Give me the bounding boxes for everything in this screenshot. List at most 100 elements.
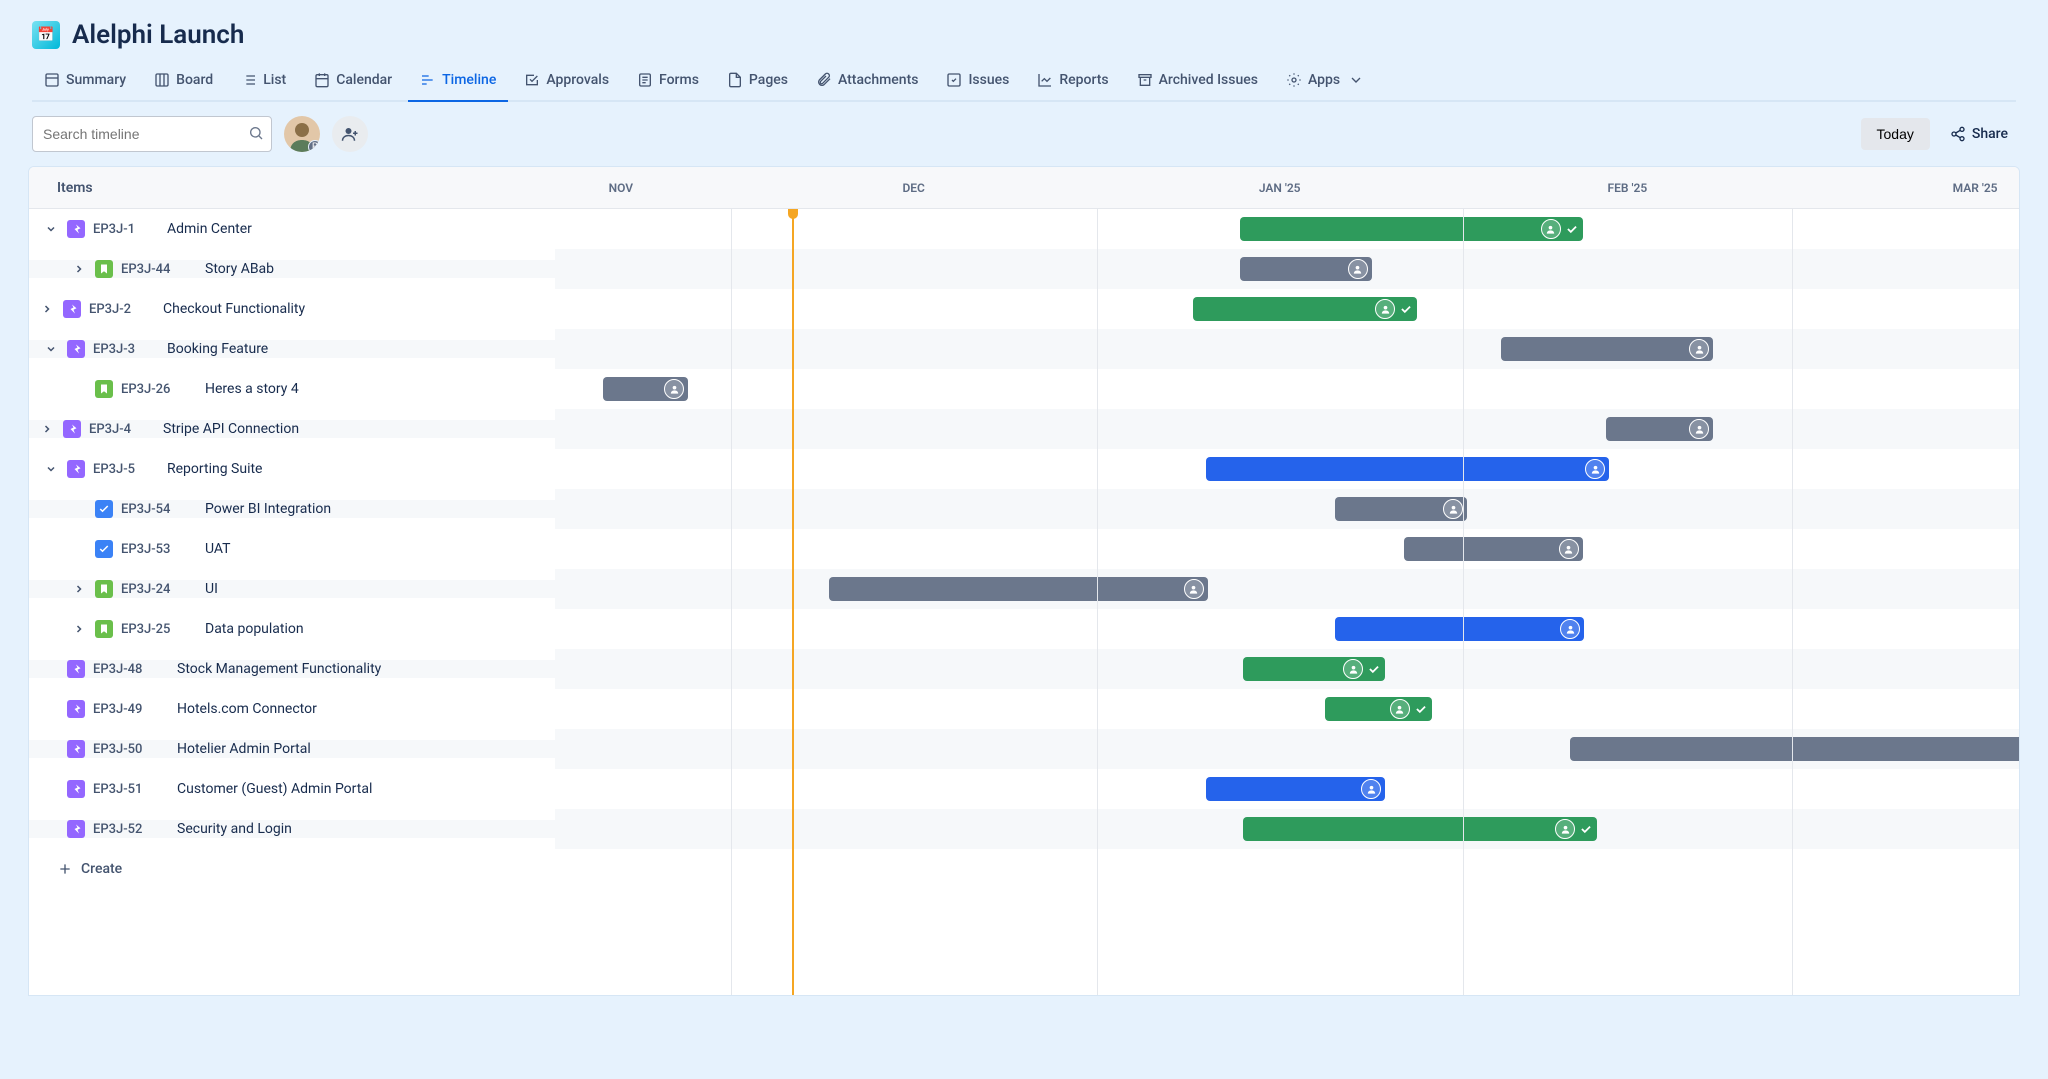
- timeline-item[interactable]: EP3J-25Data population: [29, 620, 555, 638]
- timeline-bar[interactable]: [1240, 257, 1372, 281]
- timeline-bar[interactable]: [829, 577, 1208, 601]
- user-avatar[interactable]: B: [284, 116, 320, 152]
- timeline-bar[interactable]: [1570, 737, 2020, 761]
- timeline-item[interactable]: EP3J-51Customer (Guest) Admin Portal: [29, 780, 555, 798]
- timeline-item[interactable]: EP3J-24UI: [29, 580, 555, 598]
- create-button[interactable]: Create: [29, 849, 2019, 889]
- assignee-icon: [1541, 219, 1561, 239]
- timeline-lane[interactable]: [555, 289, 2019, 329]
- tab-apps[interactable]: Apps: [1274, 62, 1376, 102]
- item-key: EP3J-51: [93, 782, 169, 797]
- timeline-item[interactable]: EP3J-5Reporting Suite: [29, 460, 555, 478]
- epic-icon: [63, 420, 81, 438]
- timeline-bar[interactable]: [1501, 337, 1713, 361]
- timeline-lane[interactable]: [555, 329, 2019, 369]
- timeline-lane[interactable]: [555, 209, 2019, 249]
- tab-calendar[interactable]: Calendar: [302, 62, 404, 102]
- timeline-lane[interactable]: [555, 809, 2019, 849]
- epic-icon: [67, 220, 85, 238]
- timeline-item[interactable]: EP3J-48Stock Management Functionality: [29, 660, 555, 678]
- timeline-lane[interactable]: [555, 449, 2019, 489]
- collapse-toggle[interactable]: [43, 463, 59, 475]
- tab-archived[interactable]: Archived Issues: [1125, 62, 1270, 102]
- timeline-item[interactable]: EP3J-26Heres a story 4: [29, 380, 555, 398]
- assignee-icon: [1443, 499, 1463, 519]
- collapse-toggle[interactable]: [43, 223, 59, 235]
- timeline-item[interactable]: EP3J-50Hotelier Admin Portal: [29, 740, 555, 758]
- timeline-lane[interactable]: [555, 369, 2019, 409]
- timeline-item[interactable]: EP3J-44Story ABab: [29, 260, 555, 278]
- item-key: EP3J-48: [93, 662, 169, 677]
- timeline-bar[interactable]: [1240, 217, 1583, 241]
- tab-board[interactable]: Board: [142, 62, 225, 102]
- tab-pages[interactable]: Pages: [715, 62, 800, 102]
- timeline-lane[interactable]: [555, 249, 2019, 289]
- expand-toggle[interactable]: [71, 263, 87, 275]
- assignee-icon: [1689, 339, 1709, 359]
- tab-approvals[interactable]: Approvals: [512, 62, 621, 102]
- timeline-lane[interactable]: [555, 529, 2019, 569]
- item-key: EP3J-2: [89, 302, 155, 317]
- timeline-item[interactable]: EP3J-1Admin Center: [29, 220, 555, 238]
- timeline-bar[interactable]: [1243, 657, 1385, 681]
- timeline-bar[interactable]: [1404, 537, 1583, 561]
- timeline-item[interactable]: EP3J-3Booking Feature: [29, 340, 555, 358]
- timeline-lane[interactable]: [555, 569, 2019, 609]
- tab-issues[interactable]: Issues: [934, 62, 1021, 102]
- search-input[interactable]: [32, 116, 272, 152]
- month-header: FEB '25: [1463, 167, 1792, 209]
- item-key: EP3J-3: [93, 342, 159, 357]
- timeline-lane[interactable]: [555, 649, 2019, 689]
- timeline-bar[interactable]: [1335, 497, 1467, 521]
- expand-toggle[interactable]: [39, 303, 55, 315]
- search-icon: [248, 125, 264, 145]
- timeline-item[interactable]: EP3J-54Power BI Integration: [29, 500, 555, 518]
- month-header: JAN '25: [1097, 167, 1463, 209]
- timeline-lane[interactable]: [555, 409, 2019, 449]
- timeline-item[interactable]: EP3J-52Security and Login: [29, 820, 555, 838]
- timeline-item[interactable]: EP3J-2Checkout Functionality: [29, 300, 555, 318]
- assignee-icon: [1361, 779, 1381, 799]
- tab-list[interactable]: List: [229, 62, 298, 102]
- timeline-bar[interactable]: [1606, 417, 1713, 441]
- share-button[interactable]: Share: [1942, 118, 2016, 150]
- month-header: DEC: [731, 167, 1097, 209]
- add-person-button[interactable]: [332, 116, 368, 152]
- tab-label: Archived Issues: [1159, 72, 1258, 88]
- timeline-bar[interactable]: [1206, 457, 1609, 481]
- tab-reports[interactable]: Reports: [1025, 62, 1120, 102]
- timeline-bar[interactable]: [1193, 297, 1417, 321]
- expand-toggle[interactable]: [39, 423, 55, 435]
- collapse-toggle[interactable]: [43, 343, 59, 355]
- epic-icon: [67, 700, 85, 718]
- today-button[interactable]: Today: [1861, 118, 1930, 150]
- timeline-bar[interactable]: [1206, 777, 1385, 801]
- task-icon: [95, 540, 113, 558]
- item-key: EP3J-54: [121, 502, 197, 517]
- tab-forms[interactable]: Forms: [625, 62, 711, 102]
- tab-attachments[interactable]: Attachments: [804, 62, 930, 102]
- timeline-lane[interactable]: [555, 769, 2019, 809]
- timeline-lane[interactable]: [555, 609, 2019, 649]
- timeline-lane[interactable]: [555, 489, 2019, 529]
- check-icon: [1367, 662, 1381, 676]
- timeline-item[interactable]: EP3J-49Hotels.com Connector: [29, 700, 555, 718]
- timeline-bar[interactable]: [603, 377, 688, 401]
- tab-summary[interactable]: Summary: [32, 62, 138, 102]
- item-title: Heres a story 4: [205, 381, 299, 397]
- timeline-lane[interactable]: [555, 689, 2019, 729]
- expand-toggle[interactable]: [71, 583, 87, 595]
- timeline-item[interactable]: EP3J-53UAT: [29, 540, 555, 558]
- assignee-icon: [1184, 579, 1204, 599]
- timeline-lane[interactable]: [555, 729, 2019, 769]
- timeline-item[interactable]: EP3J-4Stripe API Connection: [29, 420, 555, 438]
- check-icon: [1399, 302, 1413, 316]
- timeline-bar[interactable]: [1325, 697, 1432, 721]
- assignee-icon: [1348, 259, 1368, 279]
- timeline-bar[interactable]: [1335, 617, 1584, 641]
- tab-label: Approvals: [546, 72, 609, 88]
- expand-toggle[interactable]: [71, 623, 87, 635]
- item-title: Security and Login: [177, 821, 292, 837]
- tab-timeline[interactable]: Timeline: [408, 62, 508, 102]
- timeline-bar[interactable]: [1243, 817, 1597, 841]
